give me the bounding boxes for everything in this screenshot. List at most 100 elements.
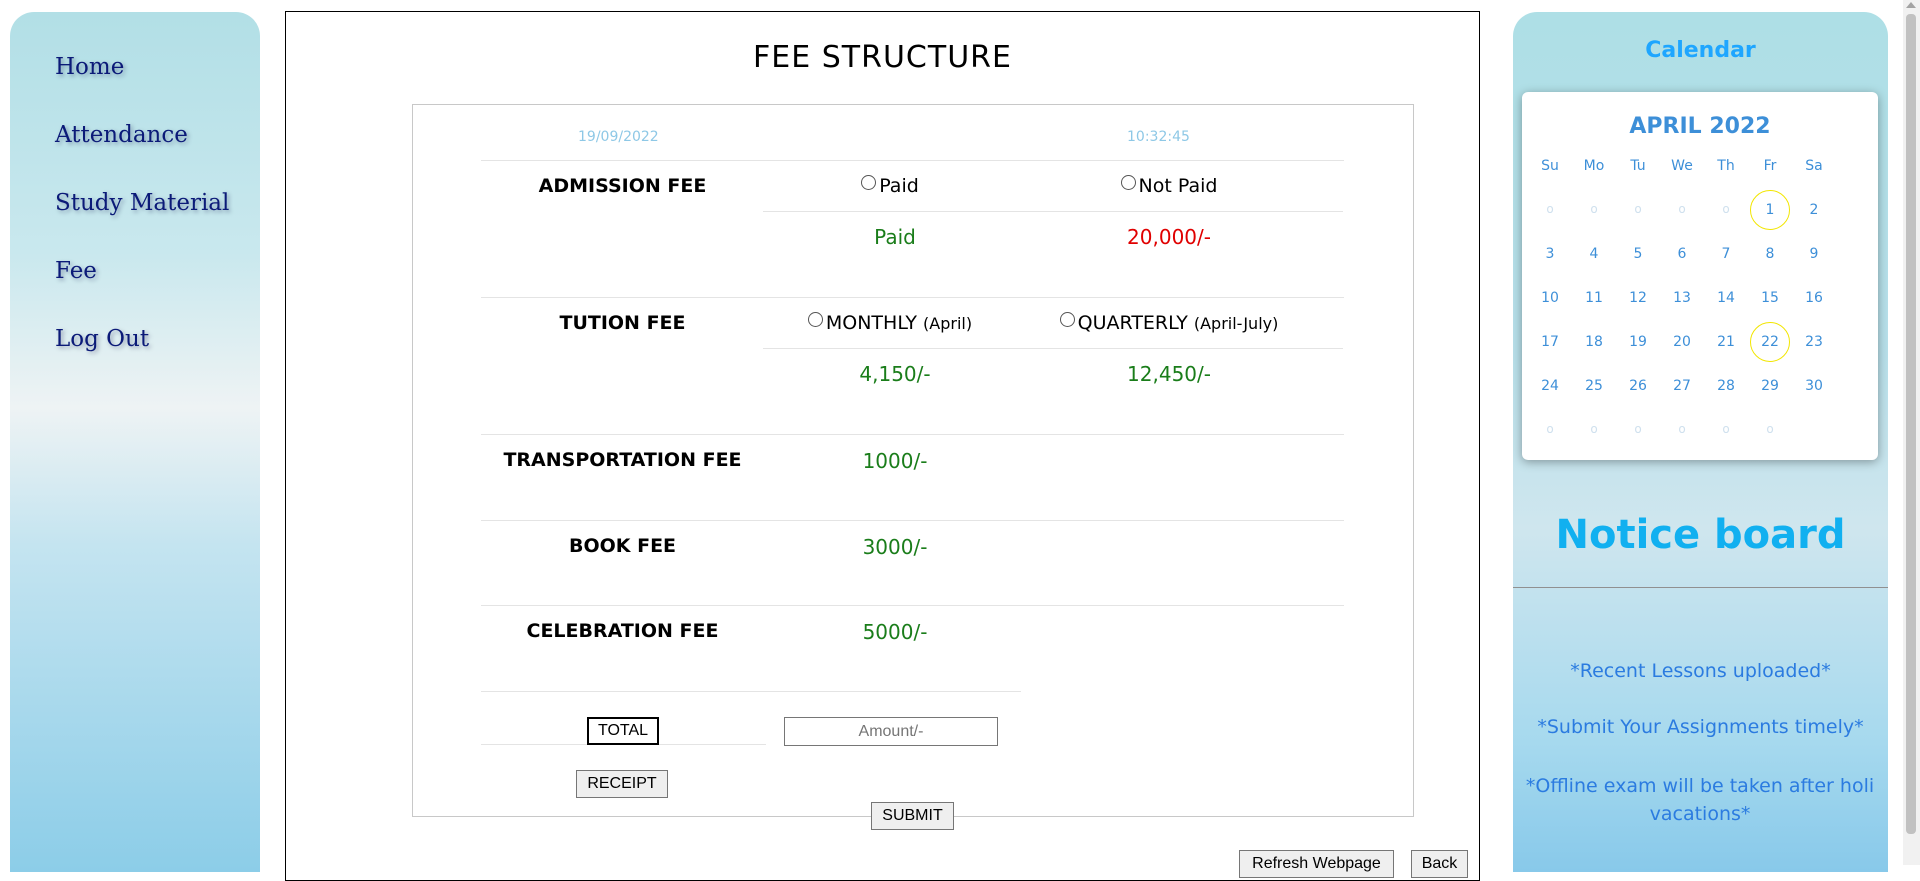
calendar-day[interactable]: 9 bbox=[1794, 246, 1834, 262]
calendar-day[interactable]: 8 bbox=[1750, 246, 1790, 262]
tuition-quarterly-radio[interactable] bbox=[1059, 312, 1075, 327]
calendar-empty-day: o bbox=[1722, 422, 1730, 436]
admission-paid-option[interactable]: Paid bbox=[763, 175, 1017, 197]
calendar-empty-day: o bbox=[1546, 422, 1554, 436]
calendar-weekday-label: We bbox=[1671, 158, 1693, 174]
admission-paid-radio[interactable] bbox=[861, 175, 877, 190]
calendar-empty-day: o bbox=[1634, 422, 1642, 436]
receipt-button[interactable]: RECEIPT bbox=[576, 770, 668, 798]
tuition-quarterly-option[interactable]: QUARTERLY (April-July) bbox=[1019, 312, 1319, 334]
calendar-day[interactable]: 16 bbox=[1794, 290, 1834, 306]
row-divider bbox=[763, 211, 1343, 212]
transportation-fee-amount: 1000/- bbox=[862, 449, 928, 473]
calendar-day[interactable]: 12 bbox=[1618, 290, 1658, 306]
nav-attendance-link[interactable]: Attendance bbox=[55, 122, 188, 148]
calendar-weekday-label: Su bbox=[1541, 158, 1559, 174]
calendar-day[interactable]: 18 bbox=[1574, 334, 1614, 350]
page-title: FEE STRUCTURE bbox=[753, 40, 1012, 75]
calendar-weekday-label: Mo bbox=[1583, 158, 1605, 174]
admission-fee-label: ADMISSION FEE bbox=[538, 175, 707, 197]
total-button[interactable]: TOTAL bbox=[587, 717, 659, 745]
nav-fee-link[interactable]: Fee bbox=[55, 258, 97, 284]
admission-paid-label: Paid bbox=[879, 175, 919, 197]
notice-item: *Submit Your Assignments timely* bbox=[1537, 716, 1864, 738]
admission-not-paid-label: Not Paid bbox=[1138, 175, 1218, 197]
calendar-day[interactable]: 2 bbox=[1794, 202, 1834, 218]
refresh-webpage-button[interactable]: Refresh Webpage bbox=[1239, 850, 1394, 878]
calendar-day[interactable]: 15 bbox=[1750, 290, 1790, 306]
calendar-day[interactable]: 6 bbox=[1662, 246, 1702, 262]
celebration-fee-amount: 5000/- bbox=[862, 620, 928, 644]
row-divider bbox=[763, 348, 1343, 349]
calendar-empty-day: o bbox=[1766, 422, 1774, 436]
calendar-day[interactable]: 28 bbox=[1706, 378, 1746, 394]
calendar-day[interactable]: 13 bbox=[1662, 290, 1702, 306]
nav-home-link[interactable]: Home bbox=[55, 54, 124, 80]
calendar-empty-day: o bbox=[1590, 422, 1598, 436]
tuition-quarterly-amount: 12,450/- bbox=[1127, 362, 1211, 386]
nav-logout-link[interactable]: Log Out bbox=[55, 326, 149, 352]
notice-board-title: Notice board bbox=[1555, 512, 1846, 558]
calendar-day[interactable]: 29 bbox=[1750, 378, 1790, 394]
calendar-day[interactable]: 27 bbox=[1662, 378, 1702, 394]
calendar-day[interactable]: 14 bbox=[1706, 290, 1746, 306]
tuition-monthly-radio[interactable] bbox=[807, 312, 823, 327]
row-divider bbox=[481, 520, 1344, 521]
calendar-weekday-label: Tu bbox=[1630, 158, 1646, 174]
book-fee-label: BOOK FEE bbox=[568, 535, 677, 557]
calendar-day[interactable]: 30 bbox=[1794, 378, 1834, 394]
scroll-up-arrow-icon[interactable] bbox=[1906, 2, 1916, 8]
tuition-monthly-option[interactable]: MONTHLY (April) bbox=[763, 312, 1017, 334]
calendar-empty-day: o bbox=[1590, 202, 1598, 216]
tuition-monthly-amount: 4,150/- bbox=[859, 362, 931, 386]
tuition-fee-label: TUTION FEE bbox=[559, 312, 686, 334]
calendar-day[interactable]: 23 bbox=[1794, 334, 1834, 350]
nav-study-material-link[interactable]: Study Material bbox=[55, 190, 229, 216]
tuition-quarterly-note: (April-July) bbox=[1193, 314, 1279, 333]
calendar-day[interactable]: 3 bbox=[1530, 246, 1570, 262]
back-button[interactable]: Back bbox=[1411, 850, 1468, 878]
calendar-day[interactable]: 11 bbox=[1574, 290, 1614, 306]
calendar-weekday-label: Fr bbox=[1763, 158, 1777, 174]
scroll-thumb[interactable] bbox=[1906, 14, 1916, 834]
calendar-day[interactable]: 17 bbox=[1530, 334, 1570, 350]
row-divider bbox=[481, 691, 1021, 692]
date-display: 19/09/2022 bbox=[578, 129, 659, 145]
tuition-monthly-label: MONTHLY bbox=[825, 312, 917, 334]
calendar-day[interactable]: 21 bbox=[1706, 334, 1746, 350]
notice-divider bbox=[1513, 587, 1888, 588]
total-amount-field[interactable] bbox=[784, 717, 998, 746]
notice-item: *Recent Lessons uploaded* bbox=[1570, 660, 1831, 682]
calendar-day[interactable]: 26 bbox=[1618, 378, 1658, 394]
row-divider bbox=[481, 434, 1344, 435]
celebration-fee-label: CELEBRATION FEE bbox=[526, 620, 719, 642]
book-fee-amount: 3000/- bbox=[862, 535, 928, 559]
calendar-widget: APRIL 2022 Su Mo Tu We Th Fr Sa o o o o o 1 2 3 4 5 6 7 8 9 1… bbox=[1522, 92, 1878, 460]
main-panel: FEE STRUCTURE 19/09/2022 10:32:45 ADMISS… bbox=[285, 11, 1480, 881]
submit-button[interactable]: SUBMIT bbox=[871, 802, 954, 830]
row-divider bbox=[481, 297, 1344, 298]
notice-item: *Offline exam will be taken after holi v… bbox=[1525, 775, 1875, 825]
calendar-day[interactable]: 5 bbox=[1618, 246, 1658, 262]
calendar-day[interactable]: 7 bbox=[1706, 246, 1746, 262]
calendar-day[interactable]: 20 bbox=[1662, 334, 1702, 350]
calendar-day[interactable]: 25 bbox=[1574, 378, 1614, 394]
admission-amount: 20,000/- bbox=[1127, 225, 1211, 249]
calendar-day[interactable]: 24 bbox=[1530, 378, 1570, 394]
calendar-day[interactable]: 1 bbox=[1750, 190, 1790, 230]
row-divider bbox=[481, 605, 1344, 606]
calendar-empty-day: o bbox=[1678, 422, 1686, 436]
calendar-weekday-label: Sa bbox=[1805, 158, 1823, 174]
calendar-day[interactable]: 22 bbox=[1750, 322, 1790, 362]
calendar-weekday-label: Th bbox=[1717, 158, 1735, 174]
admission-not-paid-radio[interactable] bbox=[1120, 175, 1136, 190]
tuition-monthly-note: (April) bbox=[923, 314, 973, 333]
calendar-empty-day: o bbox=[1546, 202, 1554, 216]
admission-not-paid-option[interactable]: Not Paid bbox=[1019, 175, 1319, 197]
sidebar-nav: Home Attendance Study Material Fee Log O… bbox=[10, 12, 260, 872]
calendar-day[interactable]: 19 bbox=[1618, 334, 1658, 350]
fee-table: 19/09/2022 10:32:45 ADMISSION FEE Paid N… bbox=[412, 104, 1414, 817]
calendar-day[interactable]: 4 bbox=[1574, 246, 1614, 262]
admission-status-paid: Paid bbox=[874, 225, 916, 249]
calendar-day[interactable]: 10 bbox=[1530, 290, 1570, 306]
